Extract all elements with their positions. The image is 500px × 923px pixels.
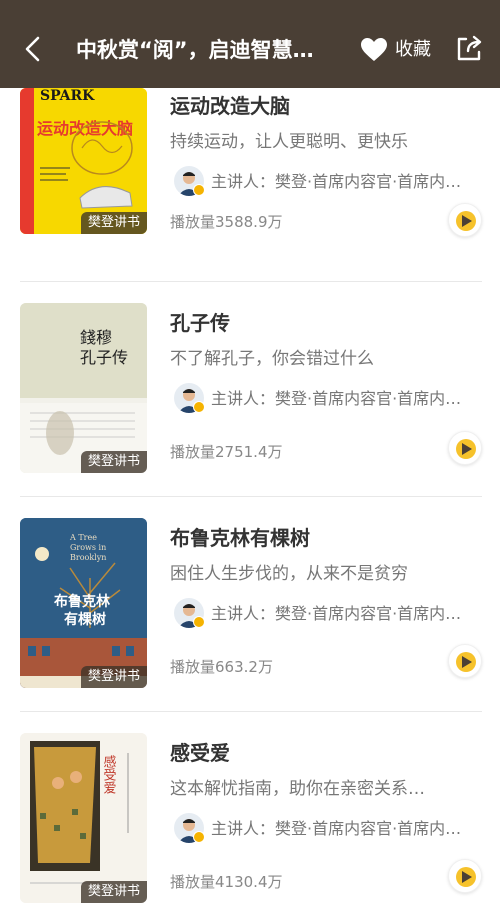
book-cover[interactable]: 錢穆 孔子传 樊登讲书 xyxy=(20,303,147,473)
book-title[interactable]: 孔子传 xyxy=(170,309,230,337)
list-item[interactable]: A Tree Grows in Brooklyn 布鲁克林 有棵树 樊登讲书 布… xyxy=(0,498,500,712)
verified-badge-icon xyxy=(193,401,205,413)
svg-text:錢穆: 錢穆 xyxy=(80,328,112,347)
divider xyxy=(20,711,482,712)
divider xyxy=(20,496,482,497)
svg-text:感受爱: 感受爱 xyxy=(101,754,117,794)
play-count: 播放量663.2万 xyxy=(170,658,273,676)
svg-text:Grows in: Grows in xyxy=(70,543,106,552)
list-item[interactable]: SPARK 运动改造大脑 樊登讲书 运动改造大脑 持续运动，让人更聪明、更快乐 … xyxy=(0,88,500,278)
svg-text:A Tree: A Tree xyxy=(69,533,97,542)
cover-tag: 樊登讲书 xyxy=(80,666,147,688)
cover-tag: 樊登讲书 xyxy=(80,212,147,234)
book-title[interactable]: 感受爱 xyxy=(170,739,230,767)
book-description: 不了解孔子，你会错过什么 xyxy=(170,349,374,369)
play-button[interactable] xyxy=(448,859,482,893)
back-arrow-icon[interactable] xyxy=(18,34,48,64)
book-cover[interactable]: A Tree Grows in Brooklyn 布鲁克林 有棵树 樊登讲书 xyxy=(20,518,147,688)
book-description: 持续运动，让人更聪明、更快乐 xyxy=(170,132,408,152)
verified-badge-icon xyxy=(193,831,205,843)
svg-text:运动改造大脑: 运动改造大脑 xyxy=(37,119,133,138)
play-icon xyxy=(462,871,472,883)
verified-badge-icon xyxy=(193,616,205,628)
book-title[interactable]: 运动改造大脑 xyxy=(170,92,290,120)
speaker-label: 主讲人：樊登·首席内容官·首席内… xyxy=(211,819,462,838)
cover-art: 感受爱 xyxy=(20,733,147,903)
speaker-label: 主讲人：樊登·首席内容官·首席内… xyxy=(211,172,462,191)
cover-tag: 樊登讲书 xyxy=(80,451,147,473)
book-cover[interactable]: SPARK 运动改造大脑 樊登讲书 xyxy=(20,88,147,234)
top-bar: 中秋赏“阅”，启迪智慧… 收藏 xyxy=(0,0,500,88)
list-item[interactable]: 感受爱 樊登讲书 感受爱 这本解忧指南，助你在亲密关系… 主讲人：樊登·首席内容… xyxy=(0,713,500,923)
play-icon xyxy=(462,215,472,227)
cover-art: 錢穆 孔子传 xyxy=(20,303,147,473)
book-description: 这本解忧指南，助你在亲密关系… xyxy=(170,779,425,799)
play-button[interactable] xyxy=(448,431,482,465)
play-button[interactable] xyxy=(448,203,482,237)
play-button[interactable] xyxy=(448,644,482,678)
share-icon[interactable] xyxy=(454,34,484,64)
svg-text:布鲁克林: 布鲁克林 xyxy=(54,593,110,610)
book-cover[interactable]: 感受爱 樊登讲书 xyxy=(20,733,147,903)
book-title[interactable]: 布鲁克林有棵树 xyxy=(170,524,310,552)
heart-icon[interactable] xyxy=(360,37,388,63)
page-title: 中秋赏“阅”，启迪智慧… xyxy=(76,38,314,62)
book-list: SPARK 运动改造大脑 樊登讲书 运动改造大脑 持续运动，让人更聪明、更快乐 … xyxy=(0,88,500,923)
play-count: 播放量3588.9万 xyxy=(170,213,283,231)
svg-text:SPARK: SPARK xyxy=(40,88,95,104)
verified-badge-icon xyxy=(193,184,205,196)
favorite-button[interactable]: 收藏 xyxy=(395,37,431,63)
list-item[interactable]: 錢穆 孔子传 樊登讲书 孔子传 不了解孔子，你会错过什么 主讲人：樊登·首席内容… xyxy=(0,283,500,497)
cover-tag: 樊登讲书 xyxy=(80,881,147,903)
play-icon xyxy=(462,656,472,668)
play-icon xyxy=(462,443,472,455)
play-count: 播放量2751.4万 xyxy=(170,443,283,461)
play-count: 播放量4130.4万 xyxy=(170,873,283,891)
speaker-label: 主讲人：樊登·首席内容官·首席内… xyxy=(211,604,462,623)
divider xyxy=(20,281,482,282)
svg-text:有棵树: 有棵树 xyxy=(64,611,106,628)
svg-text:孔子传: 孔子传 xyxy=(80,348,128,367)
speaker-label: 主讲人：樊登·首席内容官·首席内… xyxy=(211,389,462,408)
svg-text:Brooklyn: Brooklyn xyxy=(70,553,106,562)
book-description: 困住人生步伐的，从来不是贫穷 xyxy=(170,564,408,584)
cover-art: A Tree Grows in Brooklyn 布鲁克林 有棵树 xyxy=(20,518,147,688)
